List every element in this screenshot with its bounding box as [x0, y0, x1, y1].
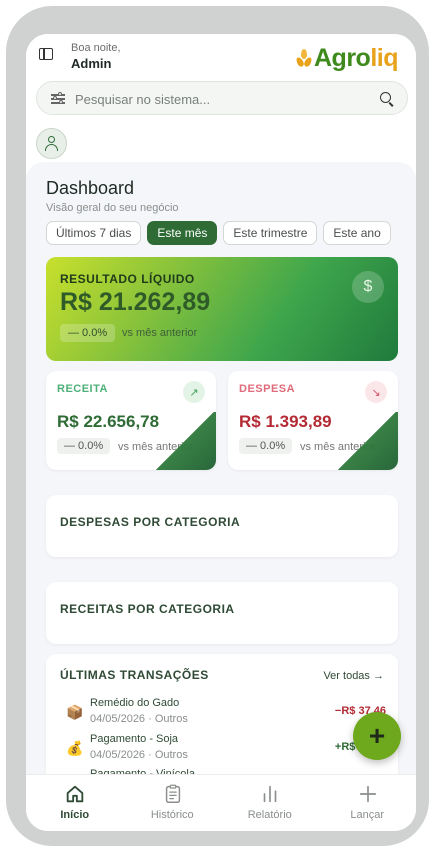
revenue-by-category-card[interactable]: RECEITAS POR CATEGORIA	[46, 582, 398, 644]
clipboard-icon	[165, 784, 180, 803]
search-bar	[36, 81, 408, 115]
bar-chart-icon	[263, 785, 277, 803]
logo-text-agro: Agro	[314, 44, 371, 72]
see-all-link[interactable]: Ver todas →	[323, 670, 384, 682]
revenue-by-category-title: RECEITAS POR CATEGORIA	[60, 602, 235, 616]
dollar-icon: $	[352, 271, 384, 303]
period-filter: Últimos 7 dias Este mês Este trimestre E…	[46, 221, 397, 245]
greeting-text: Boa noite,	[71, 42, 121, 54]
nav-item-launch[interactable]: Lançar	[319, 775, 417, 831]
nav-item-home[interactable]: Início	[26, 775, 124, 831]
period-chip-this-quarter[interactable]: Este trimestre	[223, 221, 318, 245]
revenue-card[interactable]: RECEITA ↗ R$ 22.656,78 — 0.0% vs mês ant…	[46, 371, 216, 470]
expenses-by-category-card[interactable]: DESPESAS POR CATEGORIA	[46, 495, 398, 557]
expense-delta: — 0.0%	[239, 438, 293, 454]
logo-text-liq: liq	[370, 44, 398, 72]
nav-label: Histórico	[150, 809, 194, 821]
page-subtitle: Visão geral do seu negócio	[46, 202, 179, 214]
avatar[interactable]	[36, 128, 67, 159]
nav-label: Relatório	[247, 809, 292, 821]
trending-up-icon: ↗	[183, 381, 205, 403]
nav-label: Lançar	[350, 809, 385, 821]
top-header: Boa noite, Admin Agro liq	[26, 34, 416, 78]
net-result-value: R$ 21.262,89	[60, 288, 211, 316]
net-result-label: RESULTADO LÍQUIDO	[60, 272, 195, 286]
nav-item-report[interactable]: Relatório	[221, 775, 319, 831]
expenses-by-category-title: DESPESAS POR CATEGORIA	[60, 515, 241, 529]
nav-item-history[interactable]: Histórico	[124, 775, 222, 831]
card-accent-shape	[336, 412, 398, 470]
sidebar-toggle-icon[interactable]	[39, 48, 53, 60]
expense-value: R$ 1.393,89	[239, 412, 332, 431]
net-result-comparison: vs mês anterior	[122, 327, 198, 339]
search-input[interactable]	[75, 89, 365, 109]
period-chip-this-month[interactable]: Este mês	[147, 221, 218, 245]
latest-transactions-card: ÚLTIMAS TRANSAÇÕES Ver todas → 📦 Remédio…	[46, 654, 398, 794]
app-logo: Agro liq	[294, 44, 398, 73]
revenue-label: RECEITA	[57, 383, 108, 395]
bottom-nav: Início Histórico Relatório Lançar	[26, 774, 416, 831]
net-result-card[interactable]: RESULTADO LÍQUIDO R$ 21.262,89 — 0.0% vs…	[46, 257, 398, 361]
app-screen: Boa noite, Admin Agro liq Pesquisar no s…	[26, 34, 416, 831]
plus-icon	[359, 785, 376, 803]
transaction-meta: 04/05/2026 · Outros	[90, 713, 188, 725]
card-accent-shape	[154, 412, 216, 470]
transaction-row[interactable]: 📦 Remédio do Gado 04/05/2026 · Outros −R…	[66, 697, 386, 731]
revenue-delta: — 0.0%	[57, 438, 111, 454]
home-icon	[66, 785, 84, 803]
latest-transactions-title: ÚLTIMAS TRANSAÇÕES	[60, 668, 209, 682]
add-transaction-button[interactable]: +	[353, 712, 401, 760]
transaction-name: Pagamento - Soja	[90, 733, 179, 745]
filter-icon[interactable]	[51, 92, 65, 104]
transaction-row[interactable]: 💰 Pagamento - Soja 04/05/2026 · Outros +…	[66, 733, 386, 767]
transaction-name: Remédio do Gado	[90, 697, 180, 709]
page-title: Dashboard	[46, 178, 135, 198]
device-frame: Boa noite, Admin Agro liq Pesquisar no s…	[6, 6, 429, 846]
expense-label: DESPESA	[239, 383, 296, 395]
dashboard-content[interactable]: Dashboard Visão geral do seu negócio Últ…	[26, 162, 416, 794]
net-result-delta: — 0.0%	[60, 324, 116, 342]
period-chip-this-year[interactable]: Este ano	[323, 221, 391, 245]
revenue-value: R$ 22.656,78	[57, 412, 160, 431]
search-icon[interactable]	[380, 92, 391, 103]
expense-card[interactable]: DESPESA ↘ R$ 1.393,89 — 0.0% vs mês ante…	[228, 371, 398, 470]
user-name: Admin	[71, 56, 112, 71]
transaction-meta: 04/05/2026 · Outros	[90, 749, 188, 761]
money-bag-icon: 💰	[66, 740, 84, 756]
period-chip-last-7-days[interactable]: Últimos 7 dias	[46, 221, 142, 245]
wheat-icon	[294, 48, 314, 70]
nav-label: Início	[60, 809, 90, 821]
package-icon: 📦	[66, 704, 84, 720]
trending-down-icon: ↘	[365, 381, 387, 403]
